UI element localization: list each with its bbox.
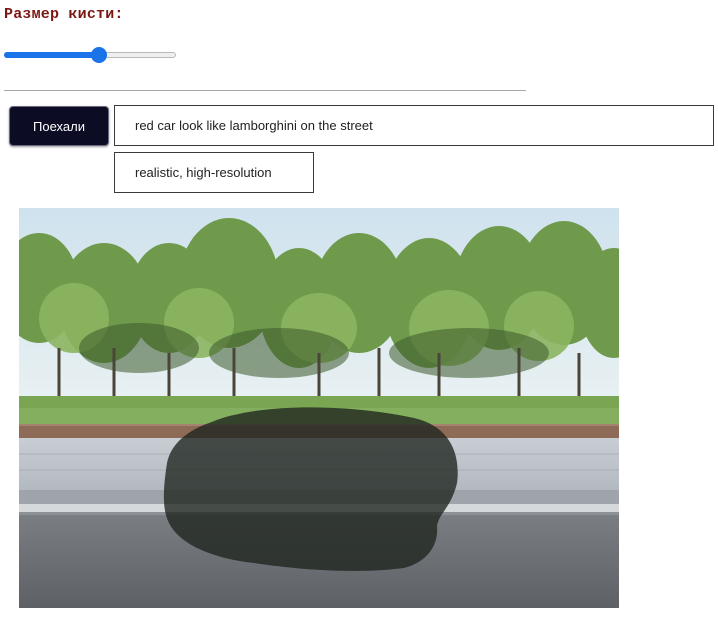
brush-size-slider[interactable] bbox=[4, 46, 176, 64]
style-prompt-input[interactable]: realistic, high-resolution bbox=[114, 152, 314, 193]
prompt-input[interactable]: red car look like lamborghini on the str… bbox=[114, 105, 714, 146]
go-button[interactable]: Поехали bbox=[9, 106, 109, 146]
slider-thumb[interactable] bbox=[91, 47, 107, 63]
slider-fill bbox=[4, 52, 99, 58]
brush-mask bbox=[163, 407, 458, 571]
divider bbox=[4, 90, 526, 91]
brush-size-label: Размер кисти: bbox=[4, 6, 124, 23]
scene-image bbox=[19, 208, 619, 608]
drawing-canvas[interactable] bbox=[19, 208, 619, 608]
